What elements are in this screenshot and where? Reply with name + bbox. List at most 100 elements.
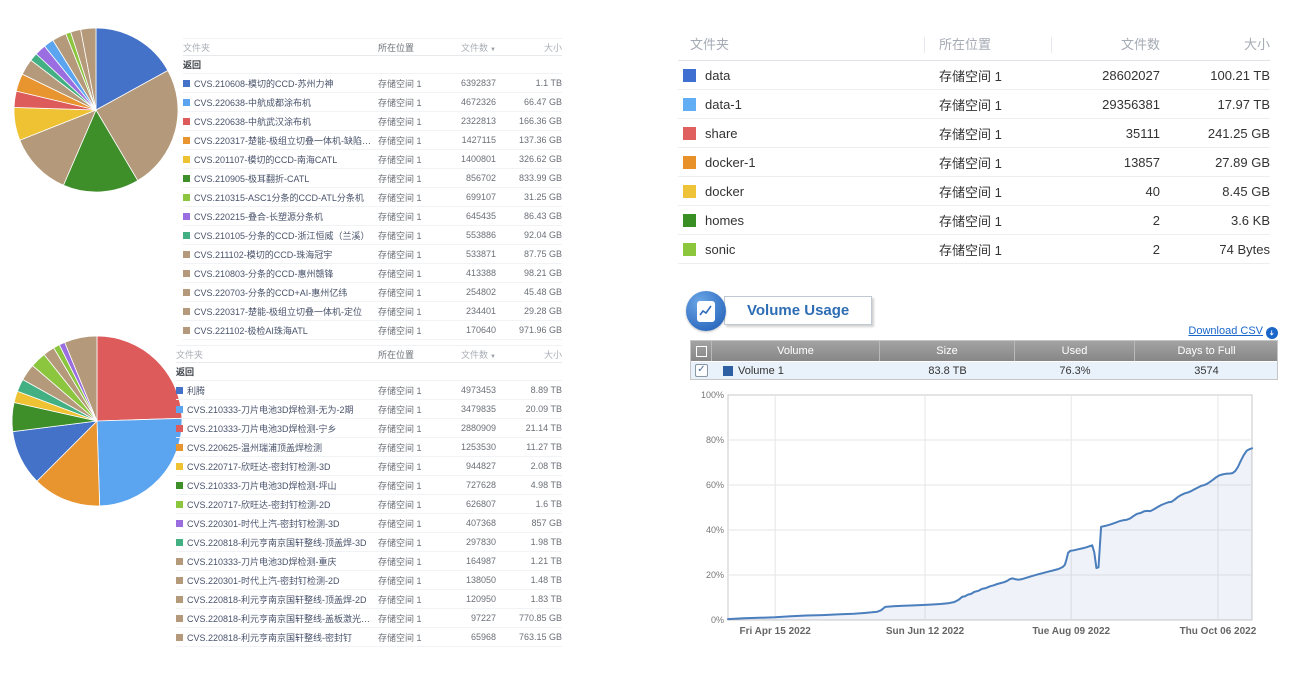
download-csv-link[interactable]: Download CSV bbox=[1188, 325, 1263, 337]
folder-file-count: 413388 bbox=[440, 268, 496, 278]
folder-name: CVS.220703-分条的CCD+AI-惠州亿纬 bbox=[194, 286, 347, 299]
folder-file-count: 97227 bbox=[440, 613, 496, 623]
folder-size: 4.98 TB bbox=[496, 480, 562, 490]
folder-size: 137.36 GB bbox=[496, 135, 562, 145]
table-row[interactable]: CVS.220317-楚能-极组立切叠一体机-缺陷检测存储空间 11427115… bbox=[183, 131, 562, 150]
folder-location: 存储空间 1 bbox=[378, 460, 440, 473]
folder-color-swatch-icon bbox=[176, 634, 183, 641]
table-row[interactable]: CVS.220215-叠合-长塑源分条机存储空间 164543586.43 GB bbox=[183, 207, 562, 226]
folder-location: 存储空间 1 bbox=[378, 574, 440, 587]
table-row[interactable]: CVS.220717-欣旺达-密封钉检测-2D存储空间 16268071.6 T… bbox=[176, 495, 562, 514]
table-row[interactable]: CVS.210905-极耳翻折-CATL存储空间 1856702833.99 G… bbox=[183, 169, 562, 188]
folder-size: 17.97 TB bbox=[1160, 97, 1270, 112]
folder-name-cell: CVS.201107-模切的CCD-南海CATL bbox=[183, 153, 378, 166]
y-axis-tick-label: 80% bbox=[706, 435, 724, 445]
table-row[interactable]: CVS.220625-温州瑞浦顶盖焊检测存储空间 1125353011.27 T… bbox=[176, 438, 562, 457]
table-row[interactable]: CVS.210333-刀片电池3D焊检测-无为-2期存储空间 134798352… bbox=[176, 400, 562, 419]
download-arrow-icon[interactable] bbox=[1266, 327, 1278, 339]
back-link[interactable]: 返回 bbox=[183, 56, 562, 74]
header-used[interactable]: Used bbox=[1015, 341, 1135, 361]
folder-color-swatch-icon bbox=[176, 596, 183, 603]
table-row[interactable]: CVS.220818-利元亨南京国轩整线-盖板激光焊缝...存储空间 19722… bbox=[176, 609, 562, 628]
folder-location: 存储空间 1 bbox=[925, 182, 1052, 201]
folder-file-count: 35111 bbox=[1052, 126, 1160, 141]
folder-name: CVS.220317-楚能-极组立切叠一体机-定位 bbox=[194, 305, 362, 318]
table-row[interactable]: CVS.210803-分条的CCD-惠州赣锋存储空间 141338898.21 … bbox=[183, 264, 562, 283]
table-row[interactable]: CVS.221102-极检AI珠海ATL存储空间 1170640971.96 G… bbox=[183, 321, 562, 340]
header-folder[interactable]: 文件夹 bbox=[176, 348, 378, 361]
back-link[interactable]: 返回 bbox=[176, 363, 562, 381]
table-row[interactable]: CVS.211102-模切的CCD-珠海冠宇存储空间 153387187.75 … bbox=[183, 245, 562, 264]
folder-file-count: 28602027 bbox=[1052, 68, 1160, 83]
table-row[interactable]: CVS.220317-楚能-极组立切叠一体机-定位存储空间 123440129.… bbox=[183, 302, 562, 321]
table-row[interactable]: 利腾存储空间 149734538.89 TB bbox=[176, 381, 562, 400]
table-row[interactable]: CVS.210333-刀片电池3D焊检测-坪山存储空间 17276284.98 … bbox=[176, 476, 562, 495]
header-size[interactable]: 大小 bbox=[496, 348, 562, 361]
table-row[interactable]: data-1存储空间 12935638117.97 TB bbox=[678, 90, 1270, 119]
table-row[interactable]: CVS.210608-模切的CCD-苏州力神存储空间 163928371.1 T… bbox=[183, 74, 562, 93]
table-row[interactable]: CVS.220638-中航成都涂布机存储空间 1467232666.47 GB bbox=[183, 93, 562, 112]
header-size[interactable]: 大小 bbox=[496, 41, 562, 54]
table-row[interactable]: CVS.220638-中航武汉涂布机存储空间 12322813166.36 GB bbox=[183, 112, 562, 131]
table-row[interactable]: CVS.220301-时代上汽-密封钉检测-2D存储空间 11380501.48… bbox=[176, 571, 562, 590]
folder-location: 存储空间 1 bbox=[378, 384, 440, 397]
folder-size: 857 GB bbox=[496, 518, 562, 528]
folder-color-swatch-icon bbox=[183, 80, 190, 87]
folder-name-cell: CVS.210315-ASC1分条的CCD-ATL分条机 bbox=[183, 191, 378, 204]
folder-name-cell: CVS.220717-欣旺达-密封钉检测-3D bbox=[176, 460, 378, 473]
folder-location: 存储空间 1 bbox=[378, 210, 440, 223]
table-row[interactable]: CVS.220717-欣旺达-密封钉检测-3D存储空间 19448272.08 … bbox=[176, 457, 562, 476]
select-all-checkbox[interactable] bbox=[691, 341, 712, 361]
header-size[interactable]: 大小 bbox=[1160, 37, 1270, 53]
header-folder[interactable]: 文件夹 bbox=[678, 37, 924, 53]
folder-name-cell: CVS.220317-楚能-极组立切叠一体机-缺陷检测 bbox=[183, 134, 378, 147]
folder-location: 存储空间 1 bbox=[378, 422, 440, 435]
header-location[interactable]: 所在位置 bbox=[378, 41, 440, 54]
volume-checkbox[interactable] bbox=[695, 364, 708, 377]
table-row[interactable]: share存储空间 135111241.25 GB bbox=[678, 119, 1270, 148]
folder-location: 存储空间 1 bbox=[378, 517, 440, 530]
table-row[interactable]: homes存储空间 123.6 KB bbox=[678, 206, 1270, 235]
header-location[interactable]: 所在位置 bbox=[924, 37, 1051, 53]
table-row[interactable]: data存储空间 128602027100.21 TB bbox=[678, 61, 1270, 90]
header-count[interactable]: 文件数 bbox=[1051, 37, 1160, 53]
header-count-label: 文件数 bbox=[461, 350, 488, 360]
folder-name: CVS.210333-刀片电池3D焊检测-无为-2期 bbox=[187, 403, 354, 416]
table-row[interactable]: CVS.210315-ASC1分条的CCD-ATL分条机存储空间 1699107… bbox=[183, 188, 562, 207]
table-row[interactable]: CVS.201107-模切的CCD-南海CATL存储空间 11400801326… bbox=[183, 150, 562, 169]
folder-size: 3.6 KB bbox=[1160, 213, 1270, 228]
volume-table-row[interactable]: Volume 183.8 TB76.3%3574 bbox=[691, 361, 1277, 379]
table-row[interactable]: CVS.220818-利元亨南京国轩整线-顶盖焊-2D存储空间 11209501… bbox=[176, 590, 562, 609]
folder-location: 存储空间 1 bbox=[925, 153, 1052, 172]
folder-name: CVS.210333-刀片电池3D焊检测-坪山 bbox=[187, 479, 337, 492]
x-axis-tick-label: Sun Jun 12 2022 bbox=[886, 626, 965, 637]
table-row[interactable]: docker-1存储空间 11385727.89 GB bbox=[678, 148, 1270, 177]
header-folder[interactable]: 文件夹 bbox=[183, 41, 378, 54]
table-row[interactable]: CVS.210333-刀片电池3D焊检测-重庆存储空间 11649871.21 … bbox=[176, 552, 562, 571]
header-size[interactable]: Size bbox=[880, 341, 1015, 361]
folder-name-cell: CVS.211102-模切的CCD-珠海冠宇 bbox=[183, 248, 378, 261]
header-count-sortable[interactable]: 文件数▼ bbox=[440, 41, 496, 54]
folder-name-cell: CVS.210105-分条的CCD-浙江恒威（兰溪） bbox=[183, 229, 378, 242]
table-row[interactable]: CVS.210333-刀片电池3D焊检测-宁乡存储空间 1288090921.1… bbox=[176, 419, 562, 438]
folder-name-cell: CVS.210333-刀片电池3D焊检测-重庆 bbox=[176, 555, 378, 568]
table-row[interactable]: sonic存储空间 1274 Bytes bbox=[678, 235, 1270, 264]
table-row[interactable]: CVS.220703-分条的CCD+AI-惠州亿纬存储空间 125480245.… bbox=[183, 283, 562, 302]
table-row[interactable]: docker存储空间 1408.45 GB bbox=[678, 177, 1270, 206]
header-days-to-full[interactable]: Days to Full bbox=[1135, 341, 1278, 361]
header-count-sortable[interactable]: 文件数▼ bbox=[440, 348, 496, 361]
folder-color-swatch-icon bbox=[176, 520, 183, 527]
pie-slice bbox=[97, 336, 182, 421]
folder-location: 存储空间 1 bbox=[378, 536, 440, 549]
folder-size: 86.43 GB bbox=[496, 211, 562, 221]
folder-file-count: 533871 bbox=[440, 249, 496, 259]
header-location[interactable]: 所在位置 bbox=[378, 348, 440, 361]
table-row[interactable]: CVS.210105-分条的CCD-浙江恒威（兰溪）存储空间 155388692… bbox=[183, 226, 562, 245]
folder-size: 1.83 TB bbox=[496, 594, 562, 604]
table-row[interactable]: CVS.220301-时代上汽-密封钉检测-3D存储空间 1407368857 … bbox=[176, 514, 562, 533]
folder-color-swatch-icon bbox=[176, 577, 183, 584]
table-row[interactable]: CVS.220818-利元亨南京国轩整线-顶盖焊-3D存储空间 12978301… bbox=[176, 533, 562, 552]
folder-color-swatch-icon bbox=[176, 539, 183, 546]
table-row[interactable]: CVS.220818-利元亨南京国轩整线-密封钉存储空间 165968763.1… bbox=[176, 628, 562, 647]
header-volume[interactable]: Volume bbox=[712, 341, 880, 361]
